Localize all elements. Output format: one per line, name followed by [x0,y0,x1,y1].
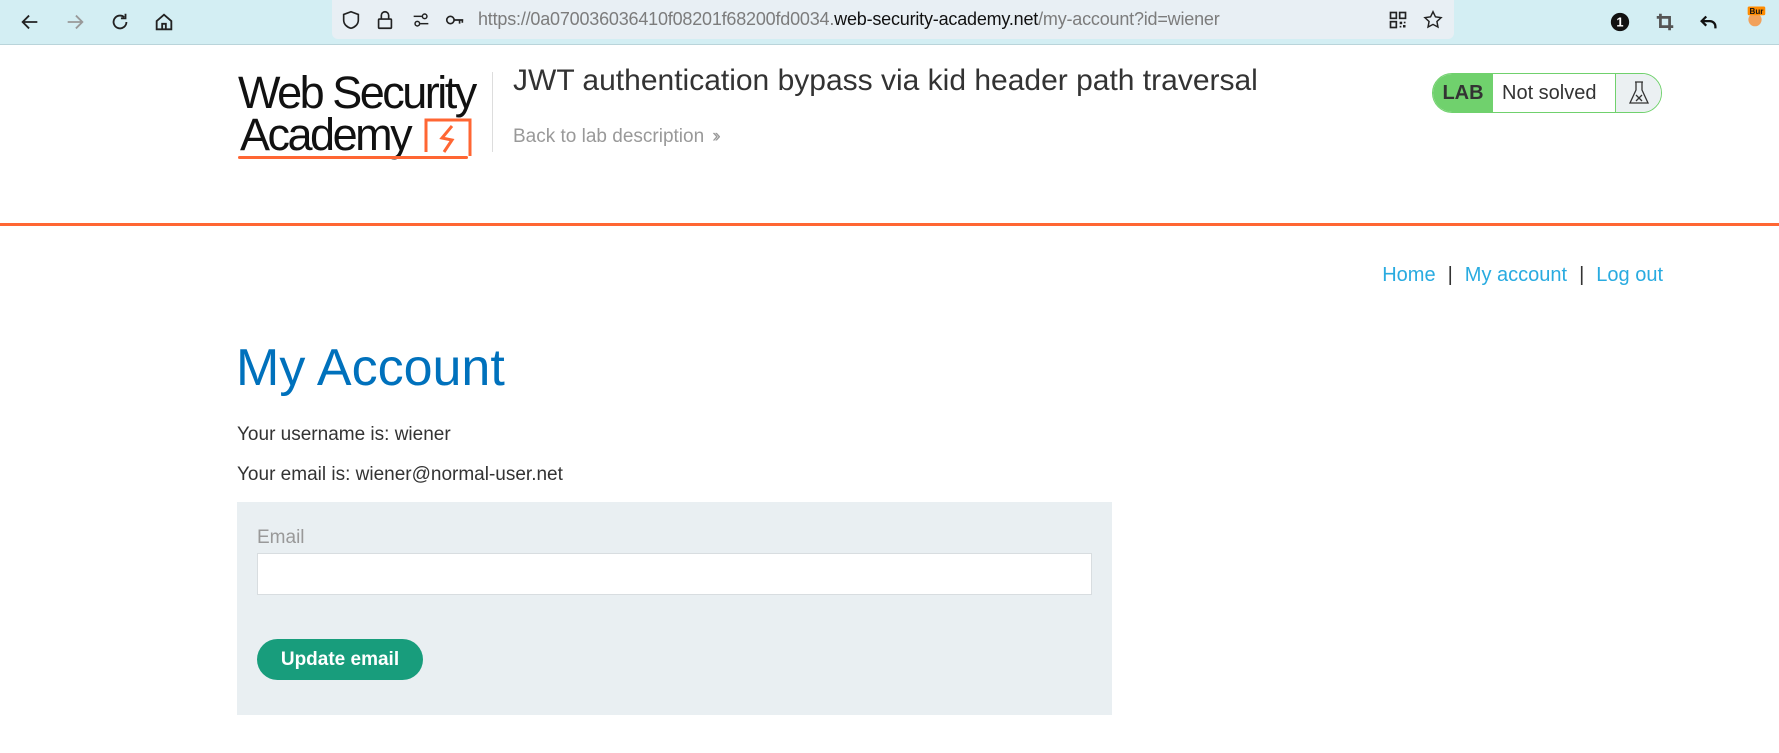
lock-icon[interactable] [374,9,396,31]
back-button[interactable] [16,8,44,36]
forward-button[interactable] [61,8,89,36]
undo-button[interactable] [1695,8,1723,36]
top-nav: Home | My account | Log out [1382,264,1663,287]
back-link-label: Back to lab description [513,126,705,147]
url-prefix: https://0a070036036410f08201f68200fd0034… [478,9,835,29]
url-host: web-security-academy.net [834,9,1039,29]
lab-status-badge: LAB Not solved [1432,73,1662,113]
nav-separator: | [1447,264,1453,286]
header-orange-rule [0,223,1779,226]
page-title: My Account [236,339,505,397]
update-email-button[interactable]: Update email [257,639,423,680]
username-text: Your username is: wiener [237,424,451,445]
email-text: Your email is: wiener@normal-user.net [237,464,563,485]
double-chevron-right-icon: ›› [712,126,720,147]
home-button[interactable] [150,8,178,36]
arrow-right-icon [67,14,84,30]
extension-notifications-button[interactable]: 1 [1606,8,1634,36]
browser-toolbar: https://0a070036036410f08201f68200fd0034… [0,0,1779,45]
undo-icon [1700,15,1717,29]
url-text[interactable]: https://0a070036036410f08201f68200fd0034… [478,9,1220,30]
logo-lightning-icon [424,118,472,156]
logo-underline [238,156,468,159]
update-email-form: Email Update email [237,502,1112,715]
svg-text:1: 1 [1616,15,1623,30]
bookmark-star-icon[interactable] [1422,9,1444,31]
crop-button[interactable] [1651,8,1679,36]
header-divider [492,72,493,152]
lab-title: JWT authentication bypass via kid header… [513,64,1258,97]
crop-icon [1656,13,1674,31]
lab-tag: LAB [1433,74,1493,112]
email-input[interactable] [257,553,1092,595]
reload-button[interactable] [106,8,134,36]
url-path: /my-account?id=wiener [1038,9,1220,29]
logo-text-line2: Academy [240,109,413,160]
burp-icon: Bur [1747,6,1766,27]
email-label: Email [257,527,305,548]
permissions-icon[interactable] [410,9,432,31]
reload-icon [112,13,128,30]
arrow-left-icon [21,14,38,30]
shield-icon[interactable] [340,9,362,31]
key-icon[interactable] [444,9,466,31]
qr-code-icon[interactable] [1387,9,1409,31]
web-security-academy-logo[interactable]: Web Security Academy [238,70,488,162]
nav-log-out-link[interactable]: Log out [1596,264,1663,286]
home-icon [155,13,173,31]
nav-home-link[interactable]: Home [1382,264,1435,286]
svg-text:Bur: Bur [1750,7,1765,16]
burp-extension-button[interactable]: Bur [1741,2,1769,30]
back-to-lab-description-link[interactable]: Back to lab description ›› [513,126,721,148]
flask-icon [1628,81,1649,104]
address-bar[interactable]: https://0a070036036410f08201f68200fd0034… [332,0,1454,39]
nav-separator: | [1579,264,1585,286]
lab-flask-button[interactable] [1615,74,1661,112]
lab-status-text: Not solved [1502,81,1597,104]
number-badge-icon: 1 [1610,12,1630,32]
nav-my-account-link[interactable]: My account [1465,264,1567,286]
